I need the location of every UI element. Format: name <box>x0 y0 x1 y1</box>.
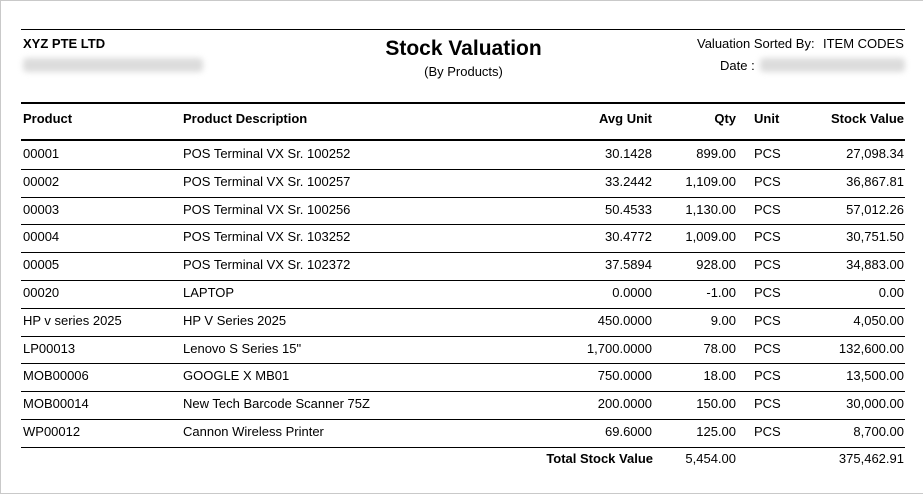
total-qty: 5,454.00 <box>685 451 736 466</box>
row-divider <box>21 419 905 420</box>
cell-avg-unit: 0.0000 <box>612 285 652 300</box>
cell-unit: PCS <box>754 313 781 328</box>
cell-qty: 9.00 <box>710 313 736 328</box>
cell-stock-value: 13,500.00 <box>846 368 904 383</box>
row-divider <box>21 169 905 170</box>
date-label: Date : <box>720 58 755 73</box>
cell-description: LAPTOP <box>183 285 235 300</box>
cell-avg-unit: 1,700.0000 <box>586 341 652 356</box>
cell-avg-unit: 50.4533 <box>605 202 652 217</box>
row-divider <box>21 197 905 198</box>
header-bottom-rule <box>21 139 905 141</box>
cell-unit: PCS <box>754 174 781 189</box>
col-header-qty: Qty <box>714 111 736 126</box>
cell-stock-value: 30,000.00 <box>846 396 904 411</box>
cell-product: HP v series 2025 <box>23 313 122 328</box>
cell-description: GOOGLE X MB01 <box>183 368 290 383</box>
total-stock-value: 375,462.91 <box>838 451 904 466</box>
cell-description: POS Terminal VX Sr. 103252 <box>183 229 351 244</box>
cell-stock-value: 8,700.00 <box>853 424 904 439</box>
cell-stock-value: 132,600.00 <box>838 341 904 356</box>
sorted-by-value: ITEM CODES <box>823 36 904 51</box>
sorted-by-label: Valuation Sorted By: <box>697 36 815 51</box>
col-header-description: Product Description <box>183 111 308 126</box>
cell-qty: 125.00 <box>696 424 736 439</box>
row-divider <box>21 391 905 392</box>
cell-product: 00020 <box>23 285 60 300</box>
cell-stock-value: 30,751.50 <box>846 229 904 244</box>
cell-avg-unit: 69.6000 <box>605 424 652 439</box>
cell-description: Cannon Wireless Printer <box>183 424 324 439</box>
cell-product: 00002 <box>23 174 60 189</box>
cell-unit: PCS <box>754 146 781 161</box>
cell-avg-unit: 200.0000 <box>597 396 652 411</box>
cell-product: 00001 <box>23 146 60 161</box>
cell-product: MOB00006 <box>23 368 89 383</box>
cell-avg-unit: 30.1428 <box>605 146 652 161</box>
cell-stock-value: 0.00 <box>878 285 904 300</box>
col-header-product: Product <box>23 111 73 126</box>
cell-qty: 18.00 <box>703 368 736 383</box>
cell-unit: PCS <box>754 229 781 244</box>
cell-qty: 1,109.00 <box>685 174 736 189</box>
cell-unit: PCS <box>754 424 781 439</box>
cell-unit: PCS <box>754 368 781 383</box>
cell-unit: PCS <box>754 341 781 356</box>
cell-product: 00004 <box>23 229 60 244</box>
cell-avg-unit: 33.2442 <box>605 174 652 189</box>
cell-avg-unit: 750.0000 <box>597 368 652 383</box>
cell-qty: 1,130.00 <box>685 202 736 217</box>
cell-unit: PCS <box>754 257 781 272</box>
cell-qty: -1.00 <box>706 285 736 300</box>
row-divider <box>21 280 905 281</box>
cell-qty: 899.00 <box>696 146 736 161</box>
cell-product: LP00013 <box>23 341 76 356</box>
cell-avg-unit: 37.5894 <box>605 257 652 272</box>
row-divider <box>21 447 905 448</box>
cell-description: POS Terminal VX Sr. 100252 <box>183 146 351 161</box>
redacted-date-range <box>760 58 905 72</box>
cell-qty: 928.00 <box>696 257 736 272</box>
row-divider <box>21 224 905 225</box>
cell-description: POS Terminal VX Sr. 100257 <box>183 174 351 189</box>
cell-unit: PCS <box>754 202 781 217</box>
cell-stock-value: 36,867.81 <box>846 174 904 189</box>
row-divider <box>21 308 905 309</box>
col-header-avg-unit: Avg Unit <box>599 111 652 126</box>
cell-stock-value: 57,012.26 <box>846 202 904 217</box>
header-top-rule <box>21 29 905 30</box>
row-divider <box>21 336 905 337</box>
cell-qty: 78.00 <box>703 341 736 356</box>
row-divider <box>21 252 905 253</box>
cell-description: HP V Series 2025 <box>183 313 287 328</box>
cell-qty: 1,009.00 <box>685 229 736 244</box>
cell-product: WP00012 <box>23 424 81 439</box>
cell-description: POS Terminal VX Sr. 100256 <box>183 202 351 217</box>
cell-qty: 150.00 <box>696 396 736 411</box>
cell-product: MOB00014 <box>23 396 89 411</box>
cell-product: 00005 <box>23 257 60 272</box>
cell-unit: PCS <box>754 396 781 411</box>
total-label: Total Stock Value <box>546 451 653 466</box>
cell-stock-value: 4,050.00 <box>853 313 904 328</box>
frame-top-border <box>0 0 923 1</box>
cell-stock-value: 34,883.00 <box>846 257 904 272</box>
cell-description: New Tech Barcode Scanner 75Z <box>183 396 370 411</box>
cell-avg-unit: 30.4772 <box>605 229 652 244</box>
cell-description: Lenovo S Series 15" <box>183 341 302 356</box>
cell-unit: PCS <box>754 285 781 300</box>
cell-description: POS Terminal VX Sr. 102372 <box>183 257 351 272</box>
cell-avg-unit: 450.0000 <box>597 313 652 328</box>
col-header-stock-value: Stock Value <box>831 111 904 126</box>
table-top-rule <box>21 102 905 104</box>
row-divider <box>21 363 905 364</box>
cell-stock-value: 27,098.34 <box>846 146 904 161</box>
col-header-unit: Unit <box>754 111 780 126</box>
cell-product: 00003 <box>23 202 60 217</box>
